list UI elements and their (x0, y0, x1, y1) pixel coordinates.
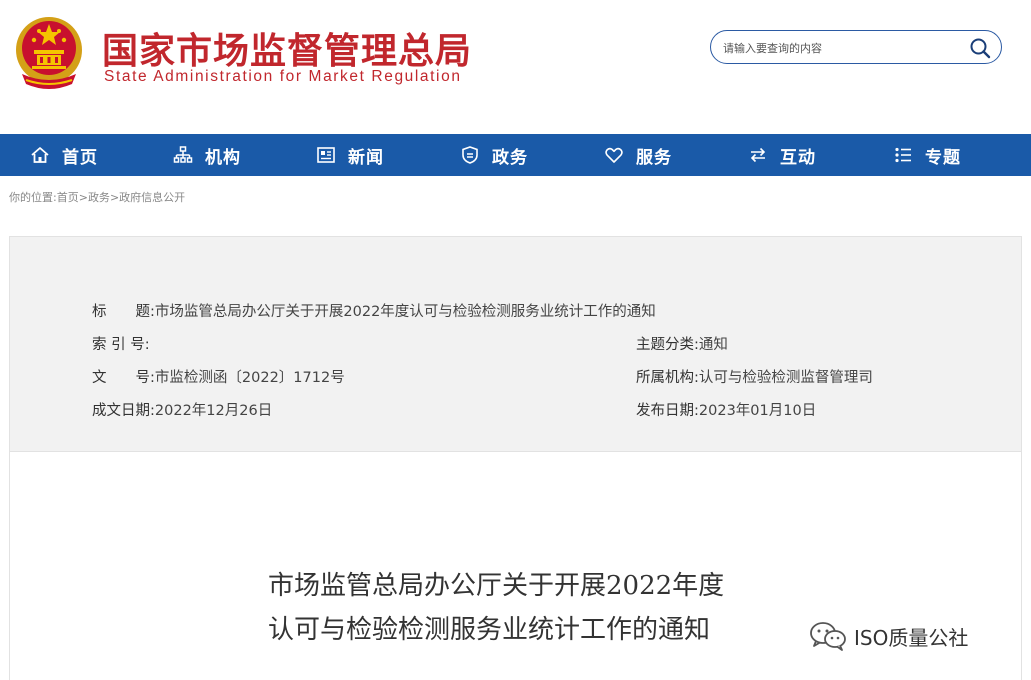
info-org-row: 所属机构:认可与检验检测监督管理司 (636, 366, 873, 387)
nav-label-service: 服务 (636, 147, 672, 168)
search-input[interactable] (723, 38, 963, 58)
exchange-arrows-icon (750, 147, 766, 163)
info-docno-value: 市监检测函〔2022〕1712号 (154, 370, 345, 386)
info-docno-label: 文 号: (92, 370, 155, 386)
info-published-date-row: 发布日期:2023年01月10日 (636, 399, 816, 420)
nav-label-interact: 互动 (780, 147, 816, 168)
info-title-label: 标 题: (92, 304, 155, 320)
topic-list-icon (895, 147, 911, 163)
breadcrumb-separator: > (109, 191, 120, 204)
info-docno-row: 文 号:市监检测函〔2022〕1712号 (92, 366, 345, 387)
info-title-value: 市场监管总局办公厅关于开展2022年度认可与检验检测服务业统计工作的通知 (154, 304, 656, 320)
watermark: ISO质量公社 (808, 620, 968, 652)
nav-label-topic: 专题 (925, 147, 961, 168)
heart-icon (605, 147, 623, 163)
site-title: 国家市场监督管理总局 (102, 30, 473, 72)
nav-item-news[interactable]: 新闻 (316, 134, 384, 176)
info-written-date-row: 成文日期:2022年12月26日 (92, 399, 272, 420)
nav-label-org: 机构 (205, 147, 241, 168)
news-icon (317, 147, 335, 163)
breadcrumb-separator: > (78, 191, 88, 204)
breadcrumb-link-gov[interactable]: 政务 (88, 191, 110, 204)
info-published-date-value: 2023年01月10日 (698, 403, 817, 419)
document-title: 市场监管总局办公厅关于开展2022年度 认可与检验检测服务业统计工作的通知 (268, 564, 724, 652)
wechat-icon (810, 622, 846, 651)
info-index-label: 索 引 号: (92, 337, 150, 353)
breadcrumb: 你的位置:首页>政务>政府信息公开 (9, 189, 185, 205)
home-icon (31, 147, 49, 163)
search-box (710, 30, 1002, 64)
info-index-row: 索 引 号: (92, 333, 150, 354)
org-chart-icon (173, 146, 193, 163)
info-category-label: 主题分类: (636, 337, 699, 353)
breadcrumb-link-home[interactable]: 首页 (57, 191, 79, 204)
info-category-row: 主题分类:通知 (636, 333, 728, 354)
document-title-line-2: 认可与检验检测服务业统计工作的通知 (268, 615, 711, 645)
info-published-date-label: 发布日期: (636, 403, 699, 419)
search-icon[interactable] (969, 37, 991, 59)
national-emblem-icon[interactable] (12, 14, 86, 92)
breadcrumb-prefix: 你的位置: (9, 191, 57, 204)
nav-item-topic[interactable]: 专题 (893, 134, 961, 176)
site-header: 国家市场监督管理总局 State Administration for Mark… (0, 0, 1031, 134)
info-org-label: 所属机构: (636, 370, 699, 386)
nav-label-gov: 政务 (492, 147, 528, 168)
nav-item-service[interactable]: 服务 (604, 134, 672, 176)
nav-item-org[interactable]: 机构 (173, 134, 241, 176)
info-category-value: 通知 (698, 337, 728, 353)
info-org-value: 认可与检验检测监督管理司 (698, 370, 873, 386)
info-title-row: 标 题:市场监管总局办公厅关于开展2022年度认可与检验检测服务业统计工作的通知 (92, 300, 656, 321)
watermark-text: ISO质量公社 (854, 625, 969, 650)
nav-item-interact[interactable]: 互动 (748, 134, 816, 176)
government-shield-icon (462, 146, 478, 164)
info-written-date-label: 成文日期: (92, 403, 155, 419)
nav-item-gov[interactable]: 政务 (460, 134, 528, 176)
breadcrumb-link-public-info[interactable]: 政府信息公开 (119, 191, 185, 204)
info-written-date-value: 2022年12月26日 (154, 403, 273, 419)
nav-item-home[interactable]: 首页 (30, 134, 98, 176)
document-title-line-1: 市场监管总局办公厅关于开展2022年度 (268, 571, 725, 601)
main-nav: 首页 机构 新闻 政务 服务 互动 专题 (0, 134, 1031, 176)
nav-label-news: 新闻 (348, 147, 384, 168)
site-subtitle: State Administration for Market Regulati… (104, 68, 462, 85)
nav-label-home: 首页 (62, 147, 98, 168)
